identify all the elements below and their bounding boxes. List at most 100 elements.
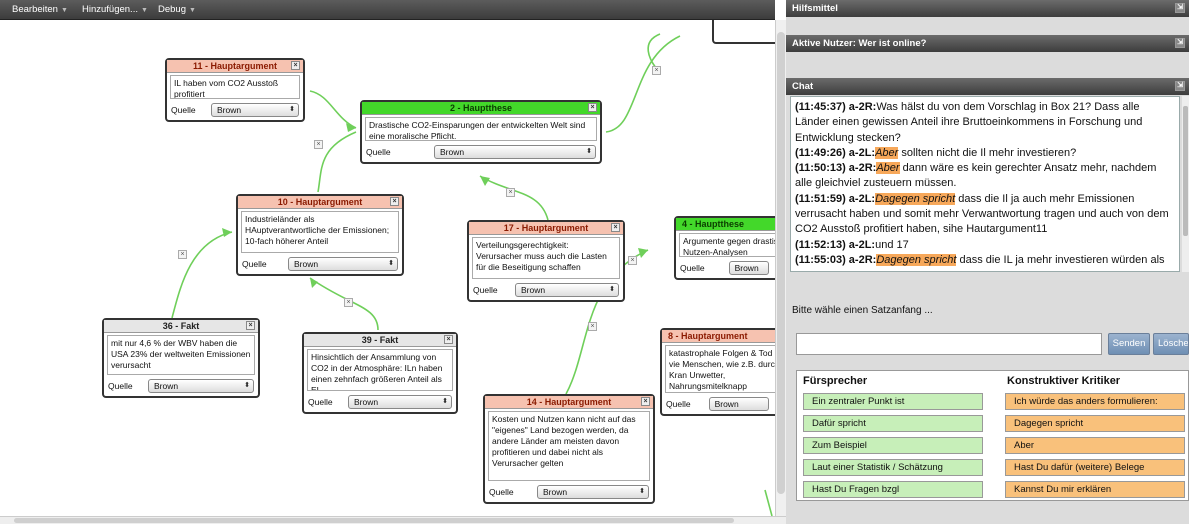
edge-remove-icon[interactable]: ×	[628, 256, 637, 265]
sentence-opener-button[interactable]: Hast Du dafür (weitere) Belege	[1005, 459, 1185, 476]
argument-map-canvas[interactable]: × × × × × × × 11 - Hauptargument × IL hab…	[0, 20, 775, 516]
close-icon[interactable]: ×	[588, 103, 597, 112]
node-8[interactable]: 8 - Hauptargument katastrophale Folgen &…	[660, 328, 775, 416]
close-icon[interactable]: ×	[246, 321, 255, 330]
node-footer: Quelle Brown ⬍	[485, 483, 653, 501]
node-text[interactable]: Industrieländer als HAuptverantwortliche…	[241, 211, 399, 253]
node-39[interactable]: 39 - Fakt × Hinsichtlich der Ansammlung v…	[302, 332, 458, 414]
edge-remove-icon[interactable]: ×	[178, 250, 187, 259]
node-footer: Quelle Brown ⬍	[238, 255, 402, 273]
chat-timestamp: (11:45:37) a-2R:	[795, 101, 877, 113]
node-text[interactable]: katastrophale Folgen & Tod vie Menschen,…	[665, 345, 775, 393]
canvas-vertical-scrollbar[interactable]	[775, 20, 786, 516]
sentence-opener-button[interactable]: Ein zentraler Punkt ist	[803, 393, 983, 410]
chat-timestamp: (11:49:26) a-2L:	[795, 146, 876, 159]
sentence-opener-button[interactable]: Aber	[1005, 437, 1185, 454]
chat-header[interactable]: Chat ⇲	[786, 78, 1189, 95]
chat-message: (11:45:37) a-2R:Was hälst du von dem Vor…	[795, 100, 1175, 146]
edge-remove-icon[interactable]: ×	[506, 188, 515, 197]
sentence-opener-button[interactable]: Dafür spricht	[803, 415, 983, 432]
source-select[interactable]: Brown ⬍	[288, 257, 398, 271]
node-text[interactable]: Hinsichtlich der Ansammlung von CO2 in d…	[307, 349, 453, 391]
source-select[interactable]: Brown ⬍	[211, 103, 299, 117]
chat-message: (11:52:13) a-2L:und 17	[795, 238, 1175, 253]
sentence-opener-highlight: Aber	[876, 162, 900, 175]
node-header: 11 - Hauptargument ×	[167, 60, 303, 73]
node-footer: Quelle Brown ⬍	[104, 377, 258, 395]
sentence-opener-button[interactable]: Hast Du Fragen bzgl	[803, 481, 983, 498]
edge-14-bottom	[764, 489, 773, 516]
online-users-header[interactable]: Aktive Nutzer: Wer ist online? ⇲	[786, 35, 1189, 52]
canvas-horizontal-scrollbar[interactable]	[0, 516, 786, 524]
menu-debug[interactable]: Debug ▼	[158, 4, 196, 15]
column-title-kritiker: Konstruktiver Kritiker	[1007, 375, 1121, 387]
node-header: 17 - Hauptargument ×	[469, 222, 623, 235]
tools-header[interactable]: Hilfsmittel ⇲	[786, 0, 1189, 17]
source-select[interactable]: Brown ⬍	[515, 283, 619, 297]
chat-timestamp: (11:52:13) a-2L:	[795, 238, 876, 251]
select-arrow-icon: ⬍	[289, 106, 295, 113]
node-10[interactable]: 10 - Hauptargument × Industrieländer als …	[236, 194, 404, 276]
sentence-opener-button[interactable]: Dagegen spricht	[1005, 415, 1185, 432]
send-button[interactable]: Senden	[1108, 333, 1150, 355]
node-14[interactable]: 14 - Hauptargument × Kosten und Nutzen ka…	[483, 394, 655, 504]
node-text[interactable]: Drastische CO2-Einsparungen der entwicke…	[365, 117, 597, 141]
node-text[interactable]: IL haben vom CO2 Ausstoß profitiert	[170, 75, 300, 99]
node-17[interactable]: 17 - Hauptargument × Verteilungsgerechtig…	[467, 220, 625, 302]
close-icon[interactable]: ×	[291, 61, 300, 70]
edge-remove-icon[interactable]: ×	[344, 298, 353, 307]
sentence-opener-button[interactable]: Zum Beispiel	[803, 437, 983, 454]
chat-input[interactable]	[796, 333, 1102, 355]
node-text[interactable]: Argumente gegen drastisc Nutzen-Analysen…	[679, 233, 775, 257]
chat-log[interactable]: (11:45:37) a-2R:Was hälst du von dem Vor…	[790, 96, 1180, 272]
sentence-opener-highlight: Dagegen spricht	[875, 192, 956, 205]
chat-message: (11:55:03) a-2R:Dagegen spricht dass die…	[795, 253, 1175, 268]
close-icon[interactable]: ×	[611, 223, 620, 232]
source-select[interactable]: Brown ⬍	[537, 485, 649, 499]
node-text[interactable]: Kosten und Nutzen kann nicht auf das "ei…	[488, 411, 650, 481]
select-arrow-icon: ⬍	[442, 398, 448, 405]
collapse-icon[interactable]: ⇲	[1175, 3, 1185, 13]
chat-text: und 17	[875, 238, 909, 251]
source-select[interactable]: Brown	[728, 261, 769, 275]
edge-remove-icon[interactable]: ×	[314, 140, 323, 149]
chat-timestamp: (11:55:03) a-2R:	[795, 253, 877, 266]
select-arrow-icon: ⬍	[388, 260, 394, 267]
node-11[interactable]: 11 - Hauptargument × IL haben vom CO2 Aus…	[165, 58, 305, 122]
edge-remove-icon[interactable]: ×	[588, 322, 597, 331]
source-select[interactable]: Brown ⬍	[348, 395, 452, 409]
source-select[interactable]: Brown ⬍	[148, 379, 254, 393]
node-header: 36 - Fakt ×	[104, 320, 258, 333]
menu-bearbeiten[interactable]: Bearbeiten ▼	[12, 4, 68, 15]
node-36[interactable]: 36 - Fakt × mit nur 4,6 % der WBV haben d…	[102, 318, 260, 398]
sentence-opener-button[interactable]: Kannst Du mir erklären	[1005, 481, 1185, 498]
edge-36-10	[171, 231, 233, 319]
chat-scrollbar[interactable]	[1182, 96, 1189, 272]
chat-text: dass die IL ja mehr investieren würden a…	[956, 253, 1165, 266]
node-partial-top[interactable]	[712, 20, 775, 44]
node-header: 10 - Hauptargument ×	[238, 196, 402, 209]
menu-hinzufuegen[interactable]: Hinzufügen... ▼	[82, 4, 148, 15]
close-icon[interactable]: ×	[641, 397, 650, 406]
scroll-thumb[interactable]	[14, 518, 734, 523]
node-header: 8 - Hauptargument	[662, 330, 775, 343]
node-header: 14 - Hauptargument ×	[485, 396, 653, 409]
node-text[interactable]: Verteilungsgerechtigkeit: Verursacher mu…	[472, 237, 620, 279]
close-icon[interactable]: ×	[444, 335, 453, 344]
collapse-icon[interactable]: ⇲	[1175, 38, 1185, 48]
node-footer: Quelle Brown	[662, 395, 775, 413]
scroll-thumb[interactable]	[777, 32, 785, 494]
close-icon[interactable]: ×	[390, 197, 399, 206]
scroll-thumb[interactable]	[1183, 106, 1188, 236]
source-select[interactable]: Brown	[708, 397, 769, 411]
clear-button[interactable]: Löschen	[1153, 333, 1189, 355]
source-select[interactable]: Brown ⬍	[434, 145, 596, 159]
sentence-opener-button[interactable]: Ich würde das anders formulieren:	[1005, 393, 1185, 410]
select-arrow-icon: ⬍	[244, 382, 250, 389]
edge-remove-icon[interactable]: ×	[652, 66, 661, 75]
node-2[interactable]: 2 - Hauptthese × Drastische CO2-Einsparun…	[360, 100, 602, 164]
node-text[interactable]: mit nur 4,6 % der WBV haben die USA 23% …	[107, 335, 255, 375]
sentence-opener-button[interactable]: Laut einer Statistik / Schätzung	[803, 459, 983, 476]
node-4[interactable]: 4 - Hauptthese Argumente gegen drastisc …	[674, 216, 775, 280]
collapse-icon[interactable]: ⇲	[1175, 81, 1185, 91]
